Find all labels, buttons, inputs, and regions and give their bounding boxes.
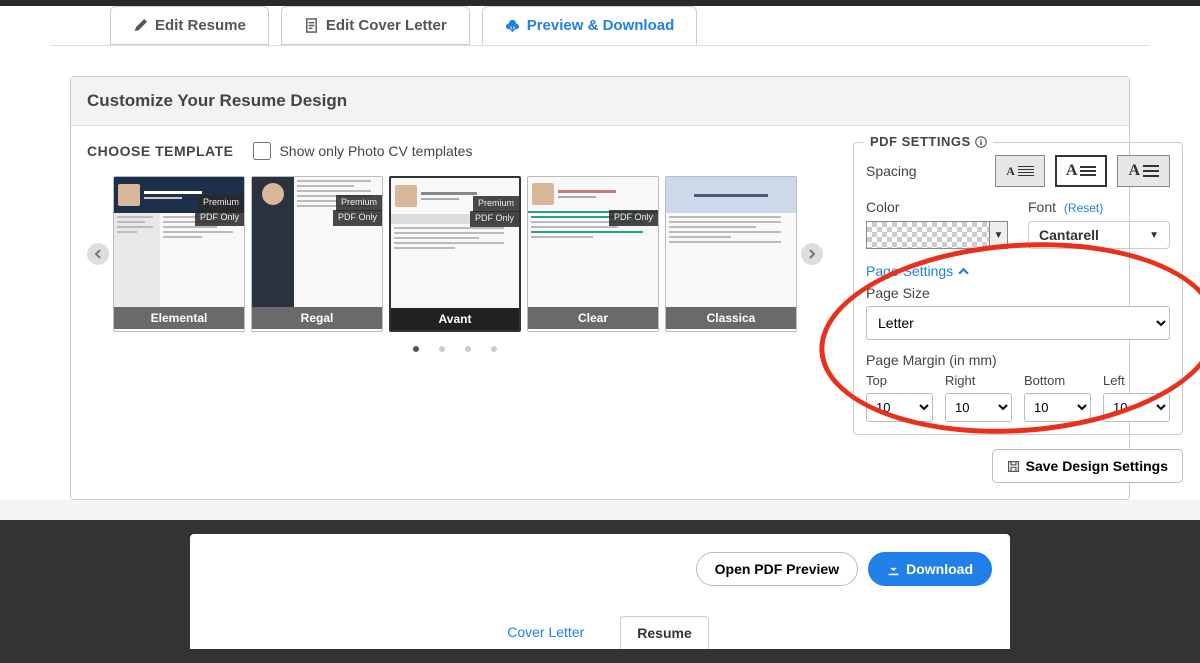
pdf-only-badge: PDF Only (333, 210, 382, 226)
tab-label: Edit Resume (155, 17, 246, 34)
pdf-only-badge: PDF Only (195, 210, 244, 226)
tab-label: Edit Cover Letter (326, 17, 447, 34)
margin-top-label: Top (866, 373, 933, 388)
carousel-prev[interactable] (87, 243, 109, 265)
carousel-dot[interactable] (491, 346, 497, 352)
button-label: Download (906, 561, 973, 577)
carousel-dot[interactable] (439, 346, 445, 352)
pdf-only-badge: PDF Only (609, 210, 658, 226)
template-caption: Avant (391, 308, 519, 330)
save-icon (1007, 460, 1020, 473)
pencil-icon (133, 18, 148, 33)
margin-right-label: Right (945, 373, 1012, 388)
font-label: Font (1028, 199, 1056, 215)
margin-right-select[interactable]: 10 (945, 393, 1012, 422)
page-settings-toggle[interactable]: Page Settings (866, 263, 1170, 279)
margin-left-select[interactable]: 10 (1103, 393, 1170, 422)
show-photo-only-checkbox[interactable]: Show only Photo CV templates (253, 142, 472, 160)
chevron-right-icon (807, 249, 817, 259)
page-size-label: Page Size (866, 285, 1170, 301)
tab-preview-download[interactable]: Preview & Download (482, 6, 698, 45)
info-icon[interactable] (975, 136, 987, 148)
font-select[interactable]: Cantarell ▼ (1028, 221, 1170, 249)
spacing-label: Spacing (866, 163, 917, 179)
spacing-small[interactable]: A (995, 155, 1045, 187)
template-regal[interactable]: Premium PDF Only Regal (251, 176, 383, 332)
show-photo-only-input[interactable] (253, 142, 271, 160)
chevron-up-icon (958, 266, 969, 277)
open-pdf-preview-button[interactable]: Open PDF Preview (696, 552, 858, 586)
button-label: Save Design Settings (1026, 458, 1168, 474)
carousel-dot[interactable] (413, 346, 419, 352)
pdf-settings-title: PDF SETTINGS (870, 134, 971, 149)
chevron-left-icon (93, 249, 103, 259)
template-caption: Classica (666, 307, 796, 329)
choose-template-label: CHOOSE TEMPLATE (87, 143, 233, 159)
font-reset[interactable]: (Reset) (1064, 201, 1103, 215)
download-button[interactable]: Download (868, 552, 992, 586)
page-size-select[interactable]: Letter (866, 306, 1170, 340)
pdf-settings-panel: PDF SETTINGS Spacing A A A Color ▼ (853, 142, 1183, 435)
tab-edit-cover-letter[interactable]: Edit Cover Letter (281, 6, 470, 45)
premium-badge: Premium (198, 195, 244, 211)
page-margin-label: Page Margin (in mm) (866, 352, 1170, 368)
checkbox-label: Show only Photo CV templates (279, 143, 472, 159)
spacing-large[interactable]: A (1117, 155, 1170, 187)
premium-badge: Premium (473, 196, 519, 212)
tab-edit-resume[interactable]: Edit Resume (110, 6, 269, 45)
document-icon (304, 18, 319, 33)
template-classica[interactable]: Classica (665, 176, 797, 332)
template-avant[interactable]: Premium PDF Only Avant (389, 176, 521, 332)
spacing-medium[interactable]: A (1055, 155, 1108, 187)
margin-bottom-select[interactable]: 10 (1024, 393, 1091, 422)
font-value: Cantarell (1039, 227, 1099, 243)
color-label: Color (866, 199, 1008, 215)
template-caption: Clear (528, 307, 658, 329)
margin-left-label: Left (1103, 373, 1170, 388)
caret-down-icon: ▼ (1149, 230, 1159, 241)
template-elemental[interactable]: Premium PDF Only Elemental (113, 176, 245, 332)
save-design-settings-button[interactable]: Save Design Settings (992, 449, 1183, 483)
tab-label: Preview & Download (527, 17, 675, 34)
cloud-download-icon (505, 18, 520, 33)
template-caption: Elemental (114, 307, 244, 329)
color-picker[interactable]: ▼ (866, 221, 1008, 249)
margin-top-select[interactable]: 10 (866, 393, 933, 422)
template-clear[interactable]: PDF Only Clear (527, 176, 659, 332)
preview-tab-cover-letter[interactable]: Cover Letter (491, 616, 600, 649)
pdf-only-badge: PDF Only (470, 211, 519, 227)
carousel-next[interactable] (801, 243, 823, 265)
margin-bottom-label: Bottom (1024, 373, 1091, 388)
preview-tab-resume[interactable]: Resume (620, 616, 708, 649)
button-label: Open PDF Preview (715, 561, 839, 577)
premium-badge: Premium (336, 195, 382, 211)
template-caption: Regal (252, 307, 382, 329)
carousel-dot[interactable] (465, 346, 471, 352)
panel-title: Customize Your Resume Design (71, 77, 1129, 126)
download-icon (887, 563, 900, 576)
